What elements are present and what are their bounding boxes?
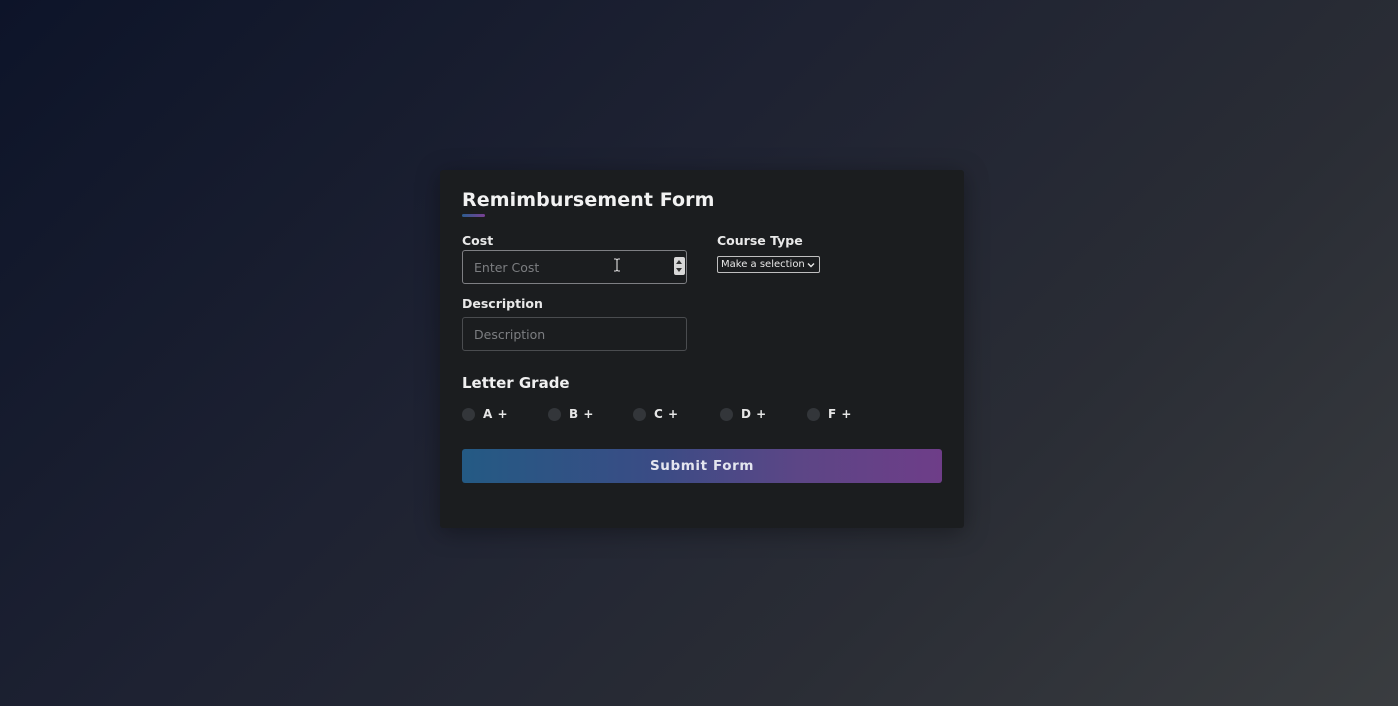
number-stepper-icon[interactable] — [674, 257, 685, 275]
radio-button[interactable] — [807, 407, 820, 421]
grade-option-label: D + — [741, 407, 767, 421]
grade-option-label: A + — [483, 407, 509, 421]
grade-option-label: C + — [654, 407, 679, 421]
reimbursement-form-card: Remimbursement Form Cost Course Type Mak… — [440, 170, 964, 528]
grade-option-d[interactable]: D + — [720, 407, 807, 421]
radio-button[interactable] — [462, 407, 475, 421]
course-type-selected-value: Make a selection — [721, 259, 805, 270]
submit-form-button[interactable]: Submit Form — [462, 449, 942, 483]
radio-button[interactable] — [720, 407, 733, 421]
letter-grade-title: Letter Grade — [462, 374, 570, 392]
stepper-up-icon[interactable] — [676, 260, 682, 264]
radio-button[interactable] — [633, 407, 646, 421]
cost-input[interactable] — [462, 250, 687, 284]
grade-option-a[interactable]: A + — [462, 407, 548, 421]
grade-option-c[interactable]: C + — [633, 407, 720, 421]
stepper-down-icon[interactable] — [676, 268, 682, 272]
grade-option-label: F + — [828, 407, 852, 421]
grade-option-f[interactable]: F + — [807, 407, 852, 421]
description-input[interactable] — [462, 317, 687, 351]
description-label: Description — [462, 296, 543, 311]
title-underline — [462, 214, 485, 217]
form-title: Remimbursement Form — [462, 189, 715, 211]
letter-grade-options: A + B + C + D + F + — [462, 407, 852, 421]
text-cursor-icon — [614, 258, 620, 272]
cost-label: Cost — [462, 233, 494, 248]
course-type-select[interactable]: Make a selection — [717, 256, 820, 273]
chevron-down-icon — [807, 262, 815, 267]
radio-button[interactable] — [548, 407, 561, 421]
grade-option-label: B + — [569, 407, 594, 421]
course-type-label: Course Type — [717, 233, 803, 248]
grade-option-b[interactable]: B + — [548, 407, 633, 421]
